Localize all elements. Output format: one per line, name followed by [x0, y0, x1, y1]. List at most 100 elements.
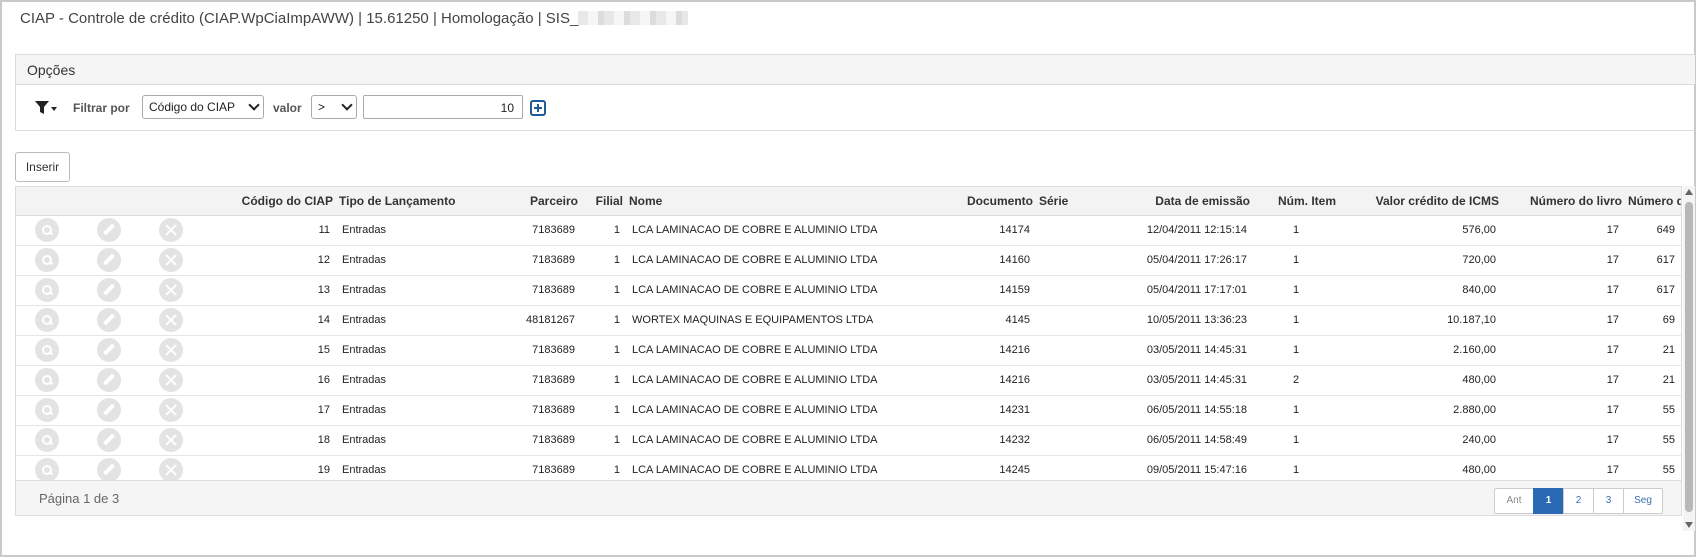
delete-icon[interactable]: [159, 218, 183, 242]
search-icon[interactable]: [35, 398, 59, 422]
table-cell: 03/05/2011 14:45:31: [1103, 365, 1253, 396]
value-input[interactable]: 10: [363, 95, 523, 119]
scroll-thumb[interactable]: [1685, 202, 1693, 512]
table-row[interactable]: 16 Entradas 7183689 1 LCA LAMINACAO DE COBRE…: [16, 365, 1681, 396]
search-icon[interactable]: [35, 308, 59, 332]
header-parceiro[interactable]: Parceiro: [499, 187, 581, 216]
edit-icon[interactable]: [97, 368, 121, 392]
table-cell: 06/05/2011 14:58:49: [1103, 425, 1253, 456]
table-cell: 1: [1253, 335, 1339, 366]
search-icon[interactable]: [35, 278, 59, 302]
header-numero-pagina[interactable]: Número da página: [1625, 187, 1681, 216]
vertical-scrollbar[interactable]: [1683, 186, 1695, 531]
table-cell: 14160: [948, 245, 1036, 276]
header-num-item[interactable]: Núm. Item: [1253, 187, 1339, 216]
edit-icon[interactable]: [97, 308, 121, 332]
table-cell: 17: [1502, 215, 1625, 246]
table-cell: 1: [581, 305, 626, 336]
plus-square-icon[interactable]: [530, 100, 546, 116]
table-cell: 17: [1502, 245, 1625, 276]
table-row[interactable]: 12 Entradas 7183689 1 LCA LAMINACAO DE COBRE…: [16, 245, 1681, 276]
next-page-button[interactable]: Seg: [1623, 488, 1663, 514]
row-action-cell: [140, 275, 202, 306]
operator-select[interactable]: >: [311, 95, 357, 119]
edit-icon[interactable]: [97, 218, 121, 242]
row-action-cell: [16, 215, 78, 246]
table-cell: 2: [1253, 365, 1339, 396]
table-cell: Entradas: [336, 245, 499, 276]
search-icon[interactable]: [35, 248, 59, 272]
page-2-button[interactable]: 2: [1563, 488, 1594, 514]
table-cell: 14231: [948, 395, 1036, 426]
delete-icon[interactable]: [159, 428, 183, 452]
row-action-cell: [140, 245, 202, 276]
header-filial[interactable]: Filial: [581, 187, 626, 216]
edit-icon[interactable]: [97, 428, 121, 452]
edit-icon[interactable]: [97, 338, 121, 362]
page-3-button[interactable]: 3: [1593, 488, 1624, 514]
filter-field-select[interactable]: Código do CIAP: [142, 95, 264, 119]
table-cell: 7183689: [499, 215, 581, 246]
row-action-cell: [140, 425, 202, 456]
options-header: Opções: [16, 55, 1695, 85]
table-cell: 7183689: [499, 245, 581, 276]
header-serie[interactable]: Série: [1036, 187, 1103, 216]
page-1-button[interactable]: 1: [1533, 488, 1564, 514]
header-data-emissao[interactable]: Data de emissão: [1103, 187, 1253, 216]
table-row[interactable]: 11 Entradas 7183689 1 LCA LAMINACAO DE COBRE…: [16, 215, 1681, 246]
delete-icon[interactable]: [159, 308, 183, 332]
table-row[interactable]: 14 Entradas 48181267 1 WORTEX MAQUINAS E EQU…: [16, 305, 1681, 336]
header-numero-livro[interactable]: Número do livro: [1502, 187, 1625, 216]
header-nome[interactable]: Nome: [626, 187, 948, 216]
edit-icon[interactable]: [97, 248, 121, 272]
search-icon[interactable]: [35, 218, 59, 242]
prev-page-button[interactable]: Ant: [1494, 488, 1534, 514]
window-title: CIAP - Controle de crédito (CIAP.WpCiaIm…: [20, 10, 689, 27]
table-cell: Entradas: [336, 275, 499, 306]
header-codigo-ciap[interactable]: Código do CIAP: [202, 187, 336, 216]
edit-icon[interactable]: [97, 458, 121, 482]
delete-icon[interactable]: [159, 338, 183, 362]
delete-icon[interactable]: [159, 458, 183, 482]
funnel-icon[interactable]: [34, 99, 58, 117]
table-cell: [1036, 335, 1103, 366]
delete-icon[interactable]: [159, 278, 183, 302]
table-cell: 12/04/2011 12:15:14: [1103, 215, 1253, 246]
search-icon[interactable]: [35, 338, 59, 362]
table-cell: 10/05/2011 13:36:23: [1103, 305, 1253, 336]
table-cell: 16: [202, 365, 336, 396]
insert-button[interactable]: Inserir: [15, 152, 70, 182]
search-icon[interactable]: [35, 458, 59, 482]
header-documento[interactable]: Documento: [948, 187, 1036, 216]
search-icon[interactable]: [35, 428, 59, 452]
header-valor-credito[interactable]: Valor crédito de ICMS: [1339, 187, 1502, 216]
table-cell: LCA LAMINACAO DE COBRE E ALUMINIO LTDA: [626, 275, 948, 306]
row-action-cell: [16, 275, 78, 306]
table-cell: 1: [1253, 245, 1339, 276]
table-cell: 21: [1625, 365, 1681, 396]
row-action-cell: [78, 275, 140, 306]
table-cell: 11: [202, 215, 336, 246]
edit-icon[interactable]: [97, 278, 121, 302]
table-row[interactable]: 18 Entradas 7183689 1 LCA LAMINACAO DE COBRE…: [16, 425, 1681, 456]
table-cell: [1036, 275, 1103, 306]
table-row[interactable]: 15 Entradas 7183689 1 LCA LAMINACAO DE COBRE…: [16, 335, 1681, 366]
ciap-table: Código do CIAP Tipo de Lançamento Parcei…: [16, 187, 1681, 515]
delete-icon[interactable]: [159, 398, 183, 422]
delete-icon[interactable]: [159, 248, 183, 272]
table-cell: 576,00: [1339, 215, 1502, 246]
table-body: 11 Entradas 7183689 1 LCA LAMINACAO DE COBRE…: [16, 215, 1681, 515]
scroll-up-arrow[interactable]: [1685, 189, 1693, 195]
delete-icon[interactable]: [159, 368, 183, 392]
header-tipo-lancamento[interactable]: Tipo de Lançamento: [336, 187, 499, 216]
filter-field-value: Código do CIAP: [149, 100, 236, 114]
table-row[interactable]: 13 Entradas 7183689 1 LCA LAMINACAO DE COBRE…: [16, 275, 1681, 306]
edit-icon[interactable]: [97, 398, 121, 422]
table-cell: [1036, 395, 1103, 426]
search-icon[interactable]: [35, 368, 59, 392]
header-action-3: [140, 187, 202, 216]
table-row[interactable]: 17 Entradas 7183689 1 LCA LAMINACAO DE COBRE…: [16, 395, 1681, 426]
table-cell: 1: [1253, 215, 1339, 246]
table-cell: 14159: [948, 275, 1036, 306]
scroll-down-arrow[interactable]: [1685, 522, 1693, 528]
